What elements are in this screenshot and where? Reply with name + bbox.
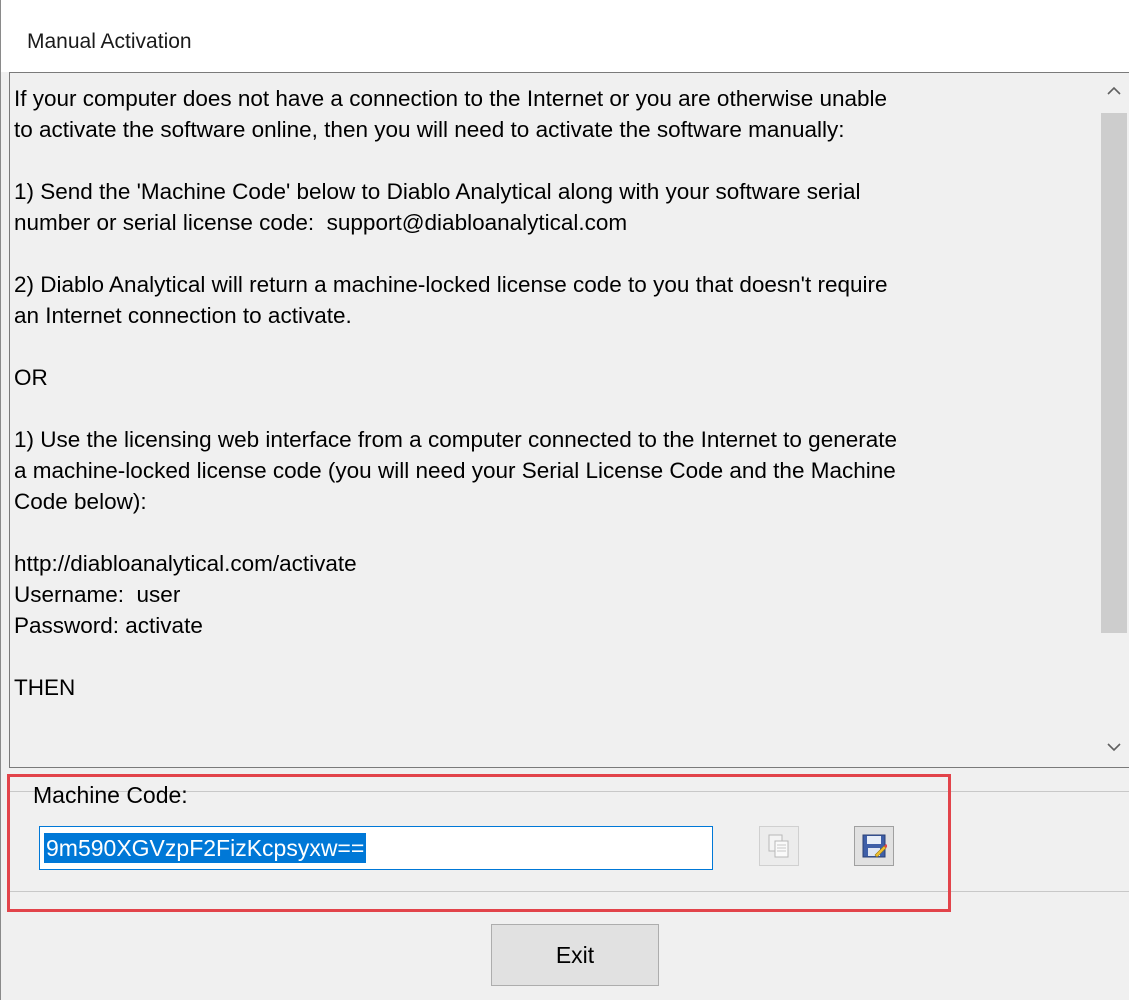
- instruction-line: number or serial license code: support@d…: [14, 210, 628, 235]
- instruction-line: 1) Send the 'Machine Code' below to Diab…: [14, 179, 861, 204]
- chevron-down-icon[interactable]: [1099, 729, 1129, 767]
- instructions-textbox[interactable]: If your computer does not have a connect…: [9, 72, 1129, 768]
- instruction-line: [14, 331, 1094, 362]
- instruction-line: If your computer does not have a connect…: [14, 86, 888, 111]
- instruction-line: a machine-locked license code (you will …: [14, 458, 896, 483]
- highlight-box: [7, 774, 951, 912]
- instruction-line: [14, 641, 1094, 672]
- title-bar: Manual Activation: [1, 0, 1129, 72]
- instruction-line: Username: user: [14, 582, 181, 607]
- instruction-line: http://diabloanalytical.com/activate: [14, 551, 357, 576]
- instruction-line: an Internet connection to activate.: [14, 303, 352, 328]
- instruction-line: [14, 393, 1094, 424]
- instruction-line: Code below):: [14, 489, 147, 514]
- instruction-line: 2) Diablo Analytical will return a machi…: [14, 272, 888, 297]
- scroll-thumb[interactable]: [1101, 113, 1127, 633]
- instructions-text: If your computer does not have a connect…: [14, 83, 1094, 703]
- manual-activation-window: Manual Activation If your computer does …: [0, 0, 1129, 1000]
- instruction-line: to activate the software online, then yo…: [14, 117, 845, 142]
- instruction-line: THEN: [14, 675, 76, 700]
- instruction-line: Password: activate: [14, 613, 203, 638]
- window-title: Manual Activation: [27, 30, 192, 53]
- instruction-line: [14, 238, 1094, 269]
- chevron-up-icon[interactable]: [1099, 73, 1129, 111]
- instruction-line: OR: [14, 365, 48, 390]
- instruction-line: [14, 145, 1094, 176]
- exit-button[interactable]: Exit: [491, 924, 659, 986]
- instruction-line: 1) Use the licensing web interface from …: [14, 427, 898, 452]
- instruction-line: [14, 517, 1094, 548]
- vertical-scrollbar[interactable]: [1099, 73, 1129, 767]
